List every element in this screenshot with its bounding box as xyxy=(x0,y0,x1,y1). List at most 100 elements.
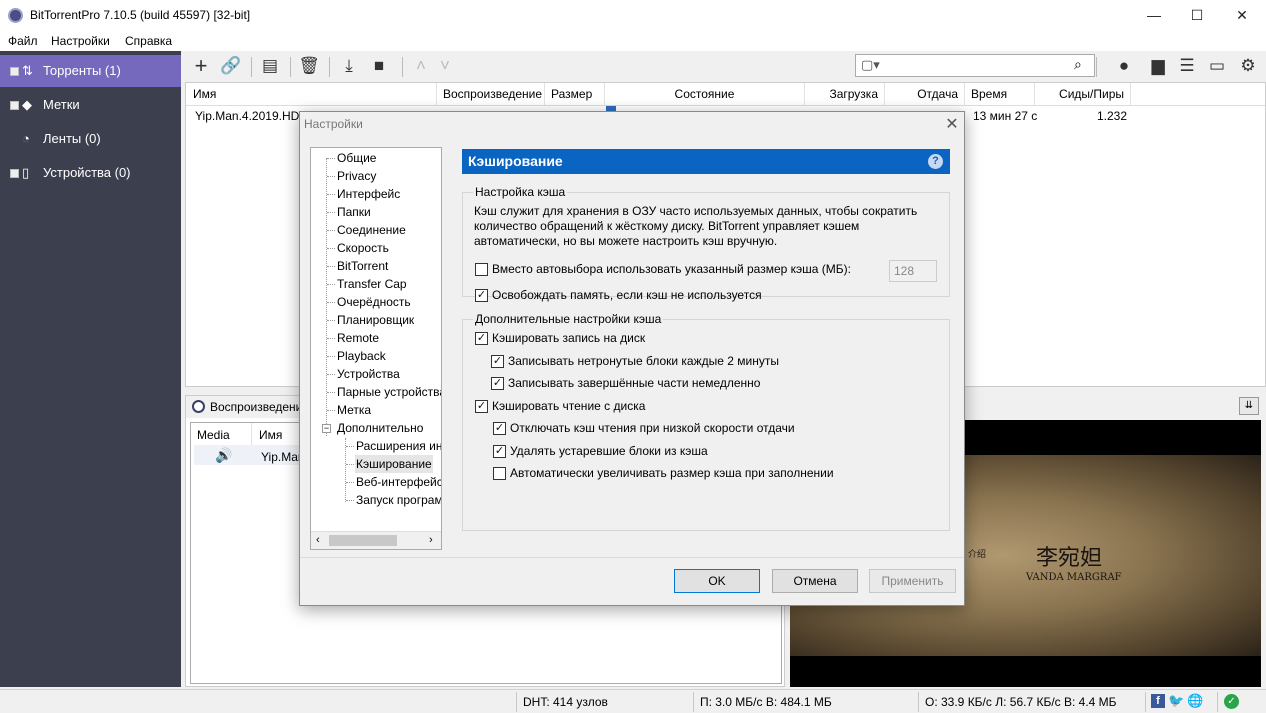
group-title: Настройка кэша xyxy=(473,185,568,199)
create-torrent-button[interactable]: ▤ xyxy=(255,51,285,81)
video-caption-en: VANDA MARGRAF xyxy=(1026,572,1122,583)
monitor-icon[interactable]: ▭ xyxy=(1202,51,1232,81)
column-media[interactable]: Media xyxy=(197,428,230,442)
scroll-right-icon[interactable]: › xyxy=(429,534,433,546)
delete-button[interactable]: 🗑 xyxy=(294,51,324,81)
menu-file[interactable]: Файл xyxy=(8,34,38,48)
column-name[interactable]: Имя xyxy=(259,428,282,442)
sidebar-item-labels[interactable]: ◆ Метки xyxy=(0,89,181,121)
cache-description-line: Кэш служит для хранения в ОЗУ часто испо… xyxy=(474,204,918,218)
toolbar-separator xyxy=(402,57,403,77)
bulb-icon[interactable]: ● xyxy=(1109,51,1139,81)
write-untouched-checkbox[interactable]: ✓ xyxy=(491,355,504,368)
override-cache-checkbox[interactable] xyxy=(475,263,488,276)
toolbar-separator xyxy=(290,57,291,77)
gear-icon[interactable]: ⚙ xyxy=(1233,51,1263,81)
column-name[interactable]: Имя xyxy=(187,83,437,105)
help-icon[interactable]: ? xyxy=(928,154,943,169)
toolbar-separator xyxy=(1096,57,1097,77)
free-memory-checkbox[interactable]: ✓ xyxy=(475,289,488,302)
group-title: Дополнительные настройки кэша xyxy=(473,312,664,326)
torrent-name[interactable]: Yip.Man.4.2019.HDR xyxy=(195,109,308,123)
scroll-left-icon[interactable]: ‹ xyxy=(316,534,320,546)
sidebar-item-devices[interactable]: ▯ Устройства (0) xyxy=(0,157,181,189)
status-separator xyxy=(1145,692,1146,712)
scroll-thumb[interactable] xyxy=(329,535,397,546)
cache-description-line: количество обращений к жёсткому диску. B… xyxy=(474,219,860,233)
column-upload[interactable]: Отдача xyxy=(885,83,965,105)
advanced-cache-group: Дополнительные настройки кэша ✓ Кэширова… xyxy=(462,312,950,531)
facebook-icon[interactable]: f xyxy=(1151,694,1165,708)
search-box[interactable]: ▢▾ ⌕ xyxy=(855,54,1095,77)
column-download[interactable]: Загрузка xyxy=(805,83,885,105)
playback-tab[interactable]: Воспроизведени xyxy=(210,400,302,414)
search-icon[interactable]: ⌕ xyxy=(1074,56,1082,73)
tree-line xyxy=(326,158,327,436)
close-button[interactable]: ✕ xyxy=(1219,0,1265,31)
download-icon[interactable]: ⤓ xyxy=(334,51,364,81)
sidebar-item-torrents[interactable]: ⇅ Торренты (1) xyxy=(0,55,181,87)
tag-icon: ◆ xyxy=(22,97,32,112)
disable-read-slow-label: Отключать кэш чтения при низкой скорости… xyxy=(510,421,795,435)
column-size[interactable]: Размер xyxy=(545,83,605,105)
expand-icon[interactable] xyxy=(10,101,19,110)
status-upload: О: 33.9 КБ/с Л: 56.7 КБ/с В: 4.4 МБ xyxy=(925,695,1117,709)
toolbar-separator xyxy=(329,57,330,77)
maximize-button[interactable]: ☐ xyxy=(1174,0,1220,31)
column-status[interactable]: Состояние xyxy=(605,83,805,105)
torrent-time: 13 мин 27 с xyxy=(973,109,1038,123)
panel-header: Кэширование ? xyxy=(462,149,950,174)
minimize-button[interactable]: — xyxy=(1131,0,1177,31)
sidebar: ⇅ Торренты (1) ◆ Метки ◔ Ленты (0) ▯ Уст… xyxy=(0,51,181,687)
menu-bar: Файл Настройки Справка xyxy=(0,31,1266,51)
app-logo-icon xyxy=(8,8,23,23)
column-time[interactable]: Время xyxy=(965,83,1035,105)
cache-settings-group: Настройка кэша Кэш служит для хранения в… xyxy=(462,185,950,302)
header-divider xyxy=(186,105,1265,106)
dialog-close-button[interactable]: ✕ xyxy=(942,114,962,134)
menu-help[interactable]: Справка xyxy=(125,34,172,48)
sidebar-item-label: Метки xyxy=(43,97,80,112)
cancel-button[interactable]: Отмена xyxy=(772,569,858,593)
cache-write-checkbox[interactable]: ✓ xyxy=(475,332,488,345)
stop-button[interactable]: ■ xyxy=(364,51,394,81)
collapse-icon[interactable]: − xyxy=(322,424,331,433)
expand-icon[interactable] xyxy=(10,67,19,76)
add-torrent-button[interactable]: + xyxy=(186,51,216,81)
column-seeds[interactable]: Сиды/Пиры xyxy=(1035,83,1131,105)
status-download: П: 3.0 МБ/с В: 484.1 МБ xyxy=(700,695,832,709)
toolbar-separator xyxy=(251,57,252,77)
disable-read-slow-checkbox[interactable]: ✓ xyxy=(493,422,506,435)
apply-button[interactable]: Применить xyxy=(869,569,956,593)
file-icon[interactable]: ▢▾ xyxy=(861,57,880,73)
status-ok-icon[interactable]: ✓ xyxy=(1224,694,1239,709)
globe-icon[interactable]: 🌐 xyxy=(1187,693,1203,709)
menu-settings[interactable]: Настройки xyxy=(51,34,110,48)
sidebar-item-label: Торренты (1) xyxy=(43,63,121,78)
window-title: BitTorrentPro 7.10.5 (build 45597) [32-b… xyxy=(30,8,251,22)
status-dht: DHT: 414 узлов xyxy=(523,695,608,709)
write-untouched-label: Записывать нетронутые блоки каждые 2 мин… xyxy=(508,354,779,368)
expand-icon[interactable] xyxy=(10,169,19,178)
sidebar-item-feeds[interactable]: ◔ Ленты (0) xyxy=(0,123,181,155)
chat-icon[interactable]: ▆ xyxy=(1143,51,1173,81)
tree-horizontal-scrollbar[interactable]: ‹ › xyxy=(311,531,441,549)
add-link-button[interactable]: 🔗 xyxy=(216,51,246,81)
cache-read-checkbox[interactable]: ✓ xyxy=(475,400,488,413)
auto-increase-checkbox[interactable] xyxy=(493,467,506,480)
move-down-button[interactable]: ˅ xyxy=(430,51,460,81)
settings-dialog: Настройки ✕ Общие Privacy Интерфейс Папк… xyxy=(299,111,965,606)
status-bar: DHT: 414 узлов П: 3.0 МБ/с В: 484.1 МБ О… xyxy=(0,689,1266,713)
rss-icon: ◔ xyxy=(22,131,30,146)
cache-size-field[interactable]: 128 xyxy=(889,260,937,282)
search-input[interactable] xyxy=(882,57,1062,74)
list-icon[interactable]: ☰ xyxy=(1172,51,1202,81)
speaker-icon: 🔊 xyxy=(215,447,233,463)
remove-old-checkbox[interactable]: ✓ xyxy=(493,445,506,458)
write-finished-checkbox[interactable]: ✓ xyxy=(491,377,504,390)
column-playback[interactable]: Воспроизведение xyxy=(437,83,545,105)
twitter-icon[interactable]: 🐦 xyxy=(1168,693,1184,709)
collapse-button[interactable]: ⇊ xyxy=(1239,397,1259,415)
tree-line xyxy=(345,438,346,502)
ok-button[interactable]: OK xyxy=(674,569,760,593)
